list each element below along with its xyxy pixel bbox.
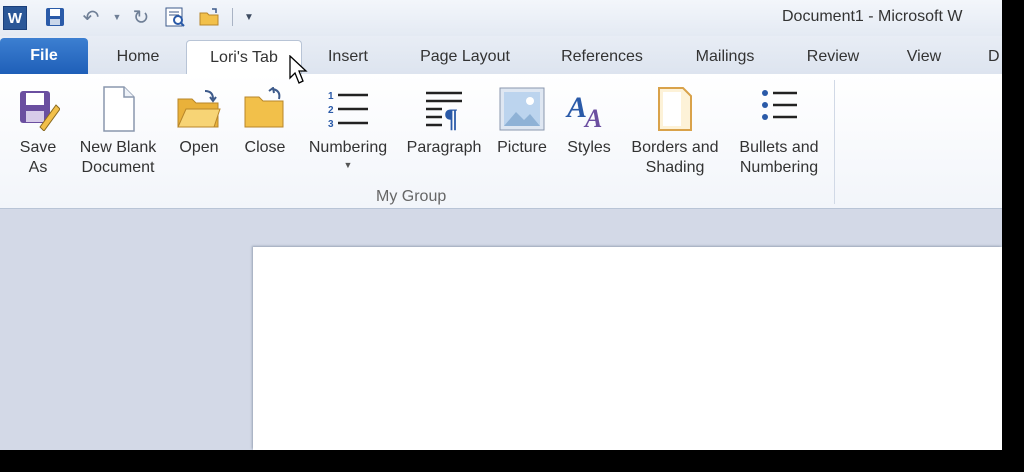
new-blank-label-2: Document (81, 159, 155, 176)
print-preview-icon[interactable] (164, 6, 186, 28)
styles-label: Styles (567, 139, 611, 156)
numbering-label: Numbering (308, 139, 388, 156)
title-bar: W ↶ ▼ ↻ ▼ Document1 - Microsoft W (0, 0, 1002, 36)
picture-label: Picture (497, 139, 547, 156)
bullets-label-1: Bullets and (739, 139, 819, 156)
redo-icon[interactable]: ↻ (130, 6, 152, 29)
new-blank-label-1: New Blank (79, 139, 157, 156)
close-button[interactable]: Close (236, 80, 294, 184)
borders-shading-icon (624, 80, 726, 138)
bullets-and-numbering-button[interactable]: Bullets and Numbering (730, 80, 828, 184)
svg-text:2: 2 (328, 105, 334, 116)
svg-text:A: A (565, 91, 587, 124)
bullets-label-2: Numbering (739, 159, 819, 176)
tab-loris-tab[interactable]: Lori's Tab (186, 40, 302, 76)
picture-icon (492, 80, 552, 138)
borders-label-2: Shading (645, 159, 705, 176)
styles-button[interactable]: AA Styles (560, 80, 618, 184)
numbering-button[interactable]: 1 2 3 Numbering ▼ (300, 80, 396, 184)
document-page[interactable] (253, 247, 1002, 450)
save-as-button[interactable]: Save As (10, 80, 66, 184)
open-label: Open (179, 139, 219, 156)
dropdown-icon[interactable]: ▼ (106, 6, 128, 28)
close-folder-icon (236, 80, 294, 138)
save-as-label-1: Save (19, 139, 57, 156)
new-blank-document-button[interactable]: New Blank Document (72, 80, 164, 184)
tab-view[interactable]: View (892, 40, 956, 74)
ribbon-tab-bar: File Home Lori's Tab Insert Page Layout … (0, 36, 1002, 76)
tab-file[interactable]: File (0, 38, 88, 74)
document-workspace[interactable] (0, 209, 1002, 450)
word-logo-icon[interactable]: W (3, 6, 27, 30)
new-document-icon (72, 80, 164, 138)
picture-button[interactable]: Picture (492, 80, 552, 184)
paragraph-icon: ¶ (400, 80, 488, 138)
tab-page-layout[interactable]: Page Layout (400, 40, 530, 74)
undo-icon[interactable]: ↶ (80, 6, 102, 29)
paragraph-button[interactable]: ¶ Paragraph (400, 80, 488, 184)
numbering-icon: 1 2 3 (300, 80, 396, 138)
toolbar-separator (232, 8, 233, 26)
close-label: Close (244, 139, 286, 156)
customize-toolbar-icon[interactable]: ▼ (238, 6, 260, 28)
bullets-icon (730, 80, 828, 138)
tab-home[interactable]: Home (100, 40, 176, 74)
numbering-dropdown-arrow-icon[interactable]: ▼ (300, 160, 396, 170)
ribbon-panel: Save As New Blank Document Open Close 1 2… (0, 74, 1002, 209)
group-separator (834, 80, 835, 204)
open-button[interactable]: Open (170, 80, 228, 184)
borders-label-1: Borders and (631, 139, 719, 156)
mouse-pointer-icon (289, 54, 309, 90)
paragraph-label: Paragraph (406, 139, 482, 156)
save-as-icon (10, 80, 66, 138)
group-label: My Group (376, 188, 447, 205)
tab-partial[interactable]: D (980, 40, 1002, 74)
tab-review[interactable]: Review (790, 40, 876, 74)
svg-text:¶: ¶ (444, 104, 458, 131)
svg-text:A: A (583, 104, 602, 131)
tab-references[interactable]: References (544, 40, 660, 74)
open-folder-icon (170, 80, 228, 138)
svg-text:1: 1 (328, 91, 334, 102)
tab-mailings[interactable]: Mailings (678, 40, 772, 74)
svg-text:3: 3 (328, 119, 334, 130)
tab-insert[interactable]: Insert (310, 40, 386, 74)
window-title: Document1 - Microsoft W (782, 8, 963, 25)
save-icon[interactable] (44, 6, 66, 28)
borders-and-shading-button[interactable]: Borders and Shading (624, 80, 726, 184)
open-folder-icon[interactable] (198, 6, 220, 28)
word-window: W ↶ ▼ ↻ ▼ Document1 - Microsoft W File H… (0, 0, 1002, 450)
save-as-label-2: As (28, 159, 48, 176)
styles-icon: AA (560, 80, 618, 138)
